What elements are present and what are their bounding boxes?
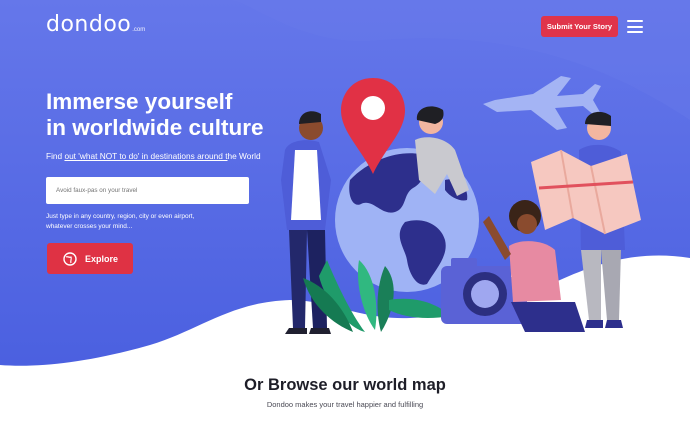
logo-domain: .com [132, 27, 146, 33]
explore-label: Explore [85, 253, 119, 264]
explore-globe-icon [63, 251, 77, 266]
airplane-icon [483, 76, 601, 130]
menu-icon[interactable] [627, 20, 643, 33]
tagline-highlight: out 'what NOT to do' in destinations aro… [64, 151, 228, 161]
hint-line-1: Just type in any country, region, city o… [46, 213, 195, 220]
browse-map-subtitle: Dondoo makes your travel happier and ful… [266, 400, 424, 409]
travel-illustration [281, 76, 641, 334]
tagline-prefix: Find [46, 151, 65, 161]
search-hint: Just type in any country, region, city o… [46, 212, 266, 232]
explore-button[interactable]: Explore [47, 243, 133, 274]
browse-map-title: Or Browse our world map [244, 376, 446, 394]
hero-section: dondoo .com Submit Your Story Immerse yo… [0, 0, 690, 430]
site-logo[interactable]: dondoo .com [46, 14, 145, 36]
submit-story-button[interactable]: Submit Your Story [541, 16, 618, 37]
search-input[interactable] [46, 177, 249, 204]
hint-line-2: whatever crosses your mind... [46, 223, 133, 230]
logo-wordmark: dondoo [46, 12, 132, 37]
hero-tagline: Find out 'what NOT to do' in destination… [46, 151, 261, 161]
